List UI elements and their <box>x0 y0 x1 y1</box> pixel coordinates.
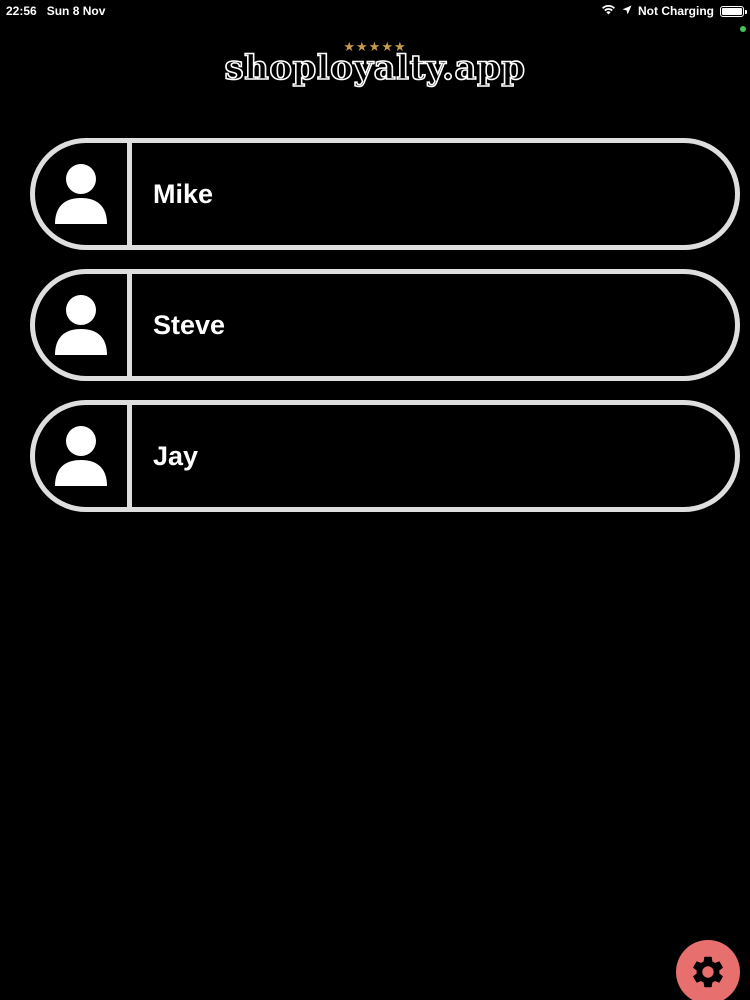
logo-text: shoployalty.app <box>224 48 526 88</box>
user-name: Jay <box>153 440 199 471</box>
status-right: Not Charging <box>601 4 747 18</box>
location-arrow-icon <box>622 4 632 18</box>
status-bar: 22:56 Sun 8 Nov Not Charging <box>0 0 750 22</box>
avatar <box>35 274 132 376</box>
wifi-icon <box>601 4 616 18</box>
user-card-steve[interactable]: Steve <box>30 269 740 381</box>
settings-button[interactable] <box>676 940 740 1000</box>
status-date: Sun 8 Nov <box>46 4 106 18</box>
person-icon <box>55 164 107 224</box>
person-icon <box>55 426 107 486</box>
gear-icon <box>693 956 723 988</box>
indicator-dot <box>740 26 746 32</box>
status-left: 22:56 Sun 8 Nov <box>6 4 105 18</box>
status-time: 22:56 <box>6 4 37 18</box>
battery-icon <box>720 5 747 17</box>
avatar <box>35 143 132 245</box>
charging-status: Not Charging <box>638 4 714 18</box>
app-logo: ★★★★★ shoployalty.app <box>0 40 750 88</box>
app-screen: 22:56 Sun 8 Nov Not Charging ★★★★★ shopl… <box>0 0 750 1000</box>
avatar <box>35 405 132 507</box>
user-list: Mike Steve Jay <box>30 138 740 531</box>
user-card-mike[interactable]: Mike <box>30 138 740 250</box>
user-card-jay[interactable]: Jay <box>30 400 740 512</box>
user-name: Steve <box>153 309 226 340</box>
person-icon <box>55 295 107 355</box>
user-name: Mike <box>153 178 214 209</box>
